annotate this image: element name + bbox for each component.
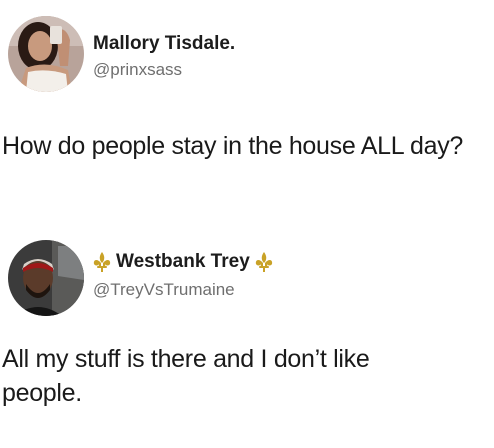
profile-photo-woman-icon — [8, 16, 84, 92]
user-handle[interactable]: @prinxsass — [93, 60, 182, 80]
fleur-de-lis-icon — [93, 252, 111, 272]
tweet-text: How do people stay in the house ALL day? — [2, 132, 464, 160]
avatar[interactable] — [8, 240, 84, 316]
profile-photo-man-icon — [8, 240, 84, 316]
tweet-text: All my stuff is there and I don’t like p… — [2, 345, 370, 407]
avatar[interactable] — [8, 16, 84, 92]
display-name-row[interactable]: Westbank Trey — [92, 251, 274, 273]
fleur-de-lis-icon — [255, 252, 272, 272]
display-name[interactable]: Mallory Tisdale. — [93, 33, 235, 55]
user-handle[interactable]: @TreyVsTrumaine — [93, 280, 235, 300]
display-name: Westbank Trey — [116, 251, 250, 272]
